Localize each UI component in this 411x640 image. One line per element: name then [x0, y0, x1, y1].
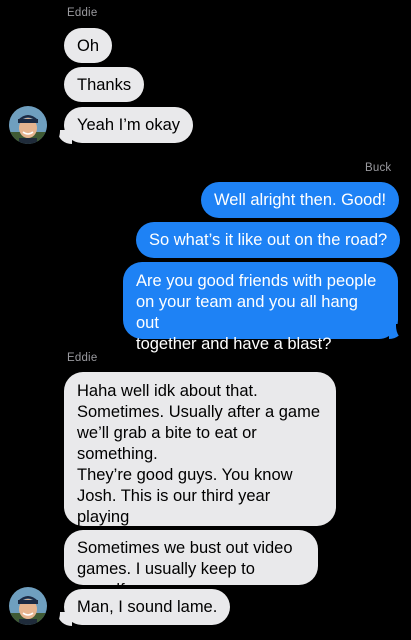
sender-name-eddie: Eddie [67, 352, 98, 364]
message-bubble-incoming[interactable]: Man, I sound lame. [64, 589, 231, 625]
message-bubble-incoming[interactable]: Yeah I’m okay [64, 107, 194, 143]
bubble-tail-mask [50, 129, 60, 145]
bubble-tail [58, 612, 72, 626]
message-bubble-outgoing[interactable]: Well alright then. Good! [201, 182, 400, 218]
contact-photo-eddie-icon [9, 106, 47, 144]
avatar[interactable] [9, 106, 47, 144]
message-bubble-incoming[interactable]: Oh [64, 28, 113, 63]
message-bubble-incoming[interactable]: Sometimes we bust out video games. I usu… [64, 530, 318, 599]
bubble-tail-mask [396, 324, 406, 340]
sender-name-buck: Buck [365, 162, 392, 174]
message-bubble-incoming[interactable]: Haha well idk about that. Sometimes. Usu… [64, 372, 336, 547]
message-bubble-outgoing[interactable]: Are you good friends with people on your… [123, 262, 398, 353]
message-bubble-outgoing[interactable]: So what’s it like out on the road? [136, 222, 401, 258]
bubble-tail [58, 130, 72, 144]
sender-name-eddie: Eddie [67, 7, 98, 19]
message-bubble-incoming[interactable]: Thanks [64, 67, 145, 102]
contact-photo-eddie-icon [9, 587, 47, 625]
avatar[interactable] [9, 587, 47, 625]
bubble-tail-mask [50, 611, 60, 627]
message-thread: Eddie Oh Thanks Yeah I’m okay Buck Well … [0, 0, 411, 640]
